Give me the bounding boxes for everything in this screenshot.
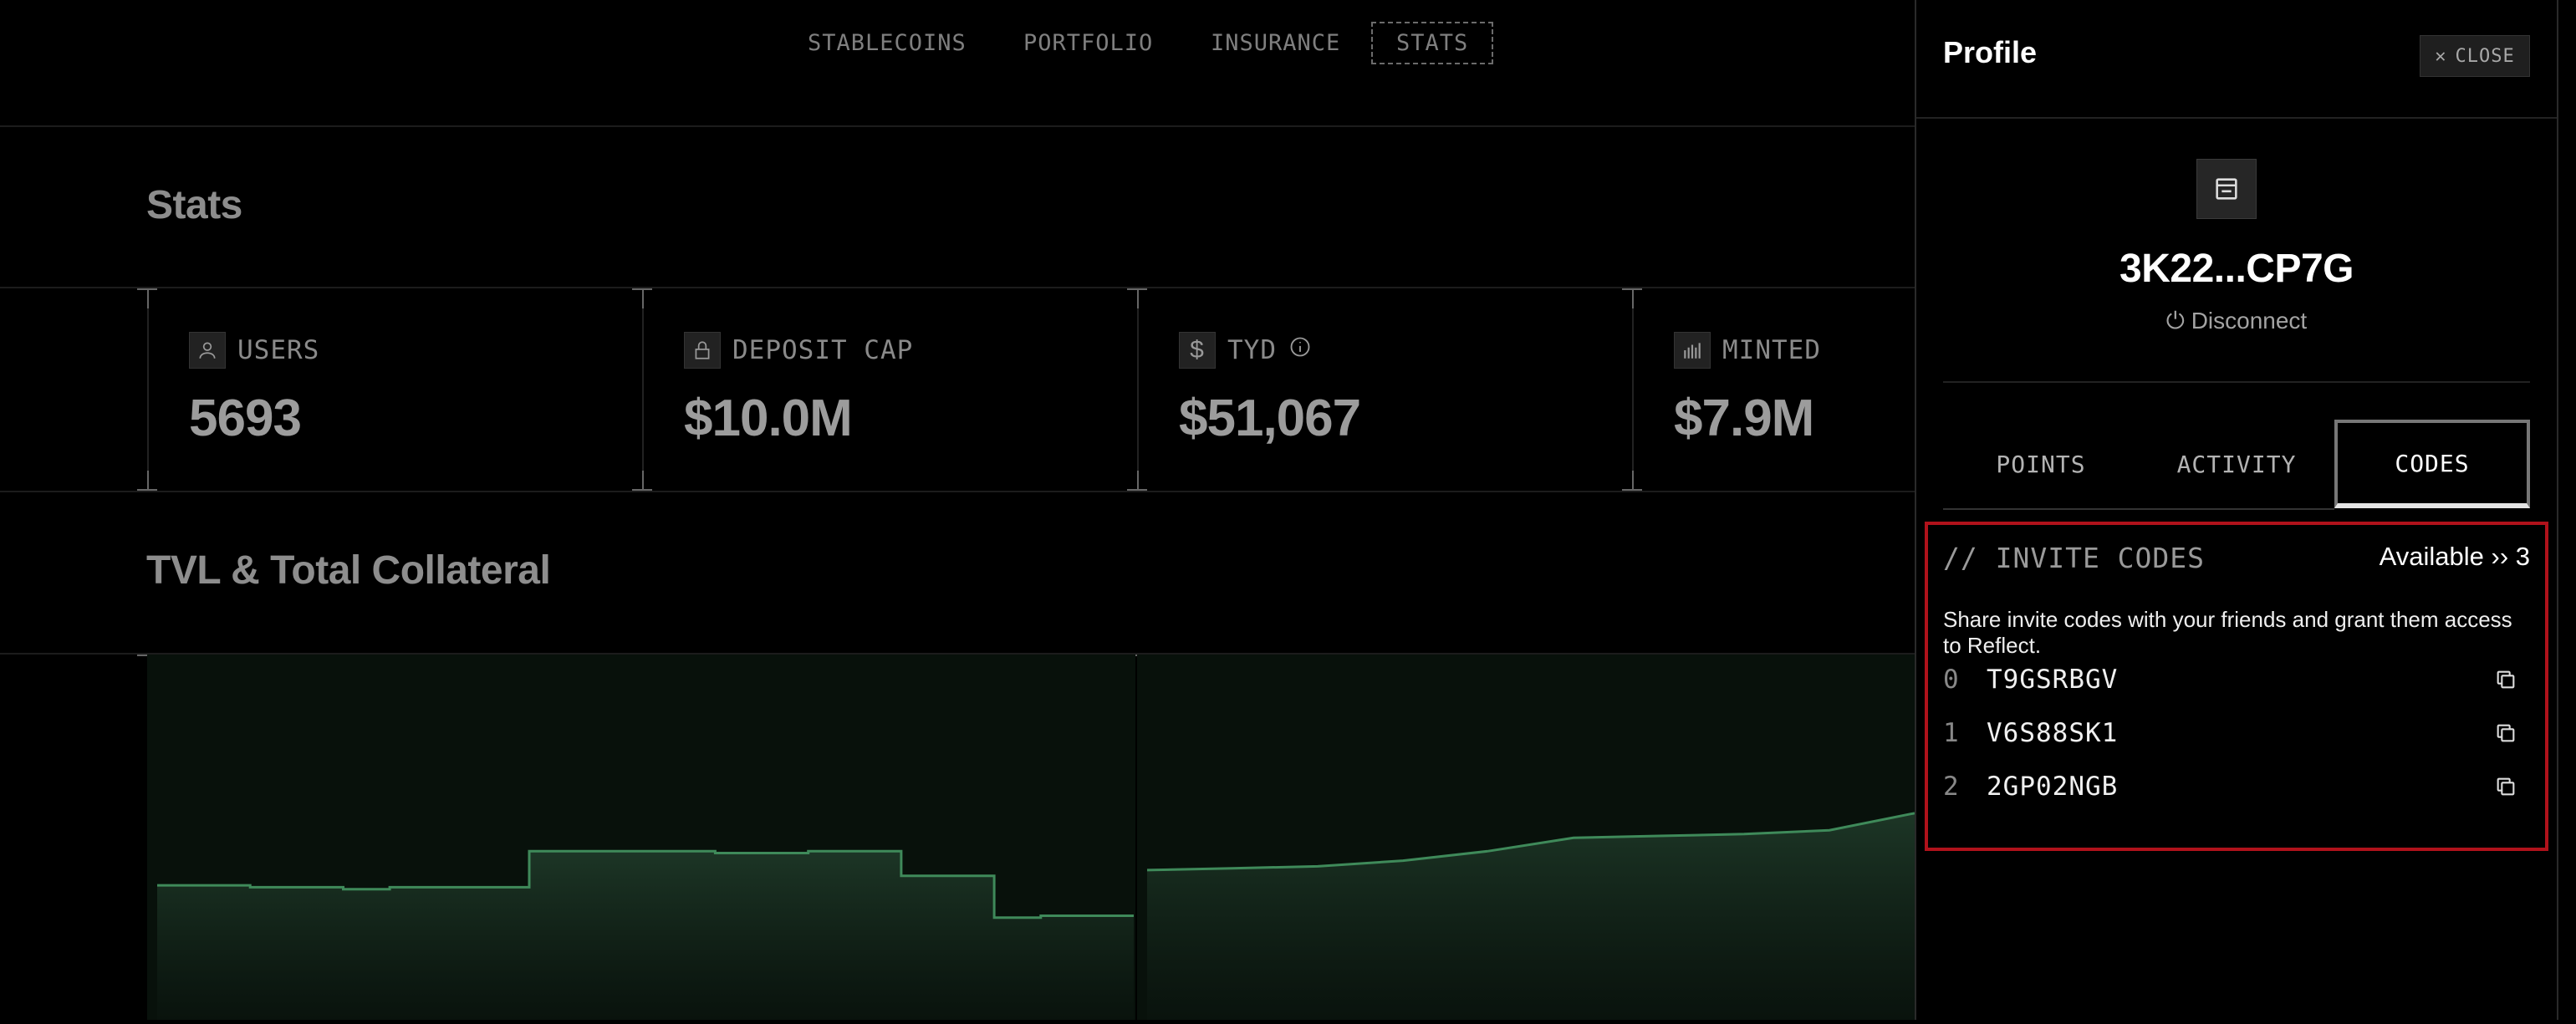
- stat-card-tyd: $ TYD $51,067: [1137, 288, 1634, 491]
- profile-tabs: POINTS ACTIVITY CODES: [1943, 420, 2530, 510]
- tab-codes[interactable]: CODES: [2334, 420, 2530, 508]
- chart-title: TVL & Total Collateral: [146, 548, 551, 593]
- tabs-underline: [1943, 508, 2334, 510]
- stat-label: TYD: [1227, 335, 1277, 365]
- corner-mark: [147, 288, 149, 308]
- stat-label: USERS: [237, 335, 320, 365]
- stat-label: MINTED: [1722, 335, 1821, 365]
- stat-card-users: USERS 5693: [147, 288, 644, 491]
- stat-label: DEPOSIT CAP: [732, 335, 914, 365]
- dollar-icon: $: [1179, 332, 1216, 369]
- stat-value: 5693: [189, 390, 302, 447]
- nav-stats[interactable]: STATS: [1371, 22, 1494, 64]
- close-icon: ✕: [2435, 45, 2447, 67]
- invite-code: 2GP02NGB: [1987, 772, 2119, 802]
- stat-card-minted: MINTED $7.9M: [1632, 288, 1916, 491]
- nav-stablecoins[interactable]: STABLECOINS: [808, 30, 967, 56]
- corner-mark: [1632, 288, 1634, 308]
- invite-codes-heading: // INVITE CODES: [1943, 542, 2206, 574]
- copy-icon[interactable]: [2492, 719, 2520, 747]
- stat-card-deposit-cap: DEPOSIT CAP $10.0M: [642, 288, 1139, 491]
- info-icon[interactable]: [1288, 335, 1312, 365]
- bars-icon: [1674, 332, 1711, 369]
- wallet-address: 3K22...CP7G: [2119, 247, 2354, 291]
- corner-mark: [642, 471, 644, 491]
- stat-value: $10.0M: [684, 390, 853, 447]
- user-icon: [189, 332, 226, 369]
- code-index: 1: [1943, 718, 1959, 748]
- tab-activity[interactable]: ACTIVITY: [2139, 420, 2334, 508]
- invite-code: V6S88SK1: [1987, 718, 2119, 748]
- corner-mark: [642, 288, 644, 308]
- copy-icon[interactable]: [2492, 665, 2520, 694]
- panel-title: Profile: [1943, 35, 2038, 69]
- wallet-icon: [2196, 159, 2257, 219]
- corner-mark: [1632, 471, 1634, 491]
- invite-code-row: 0 T9GSRBGV: [1943, 659, 2528, 700]
- divider: [1943, 381, 2530, 383]
- nav-insurance[interactable]: INSURANCE: [1211, 30, 1340, 56]
- corner-mark: [1137, 288, 1139, 308]
- invite-code-row: 2 2GP02NGB: [1943, 766, 2528, 807]
- available-count: Available ›› 3: [2379, 542, 2530, 571]
- invite-code-row: 1 V6S88SK1: [1943, 712, 2528, 754]
- lock-icon: [684, 332, 721, 369]
- disconnect-label: Disconnect: [2191, 308, 2308, 334]
- stat-value: $51,067: [1179, 390, 1361, 447]
- code-index: 2: [1943, 772, 1959, 802]
- invite-code: T9GSRBGV: [1987, 665, 2119, 695]
- invite-codes-section: // INVITE CODES Available ›› 3 Share inv…: [1925, 522, 2548, 851]
- corner-mark: [1137, 471, 1139, 491]
- profile-panel: Profile ✕ CLOSE 3K22...CP7G ⏻ Disconnect…: [1915, 0, 2558, 1020]
- tvl-chart: [147, 655, 1915, 1020]
- invite-description: Share invite codes with your friends and…: [1943, 607, 2512, 658]
- tab-points[interactable]: POINTS: [1943, 420, 2139, 508]
- power-icon: ⏻: [2165, 308, 2185, 334]
- copy-icon[interactable]: [2492, 772, 2520, 801]
- nav-portfolio[interactable]: PORTFOLIO: [1023, 30, 1153, 56]
- divider: [0, 491, 1915, 492]
- code-index: 0: [1943, 665, 1959, 695]
- corner-mark: [147, 471, 149, 491]
- stat-value: $7.9M: [1674, 390, 1814, 447]
- tvl-chart-svg: [147, 655, 1915, 1020]
- close-button[interactable]: ✕ CLOSE: [2420, 35, 2530, 77]
- divider: [1916, 117, 2557, 119]
- disconnect-button[interactable]: ⏻ Disconnect: [1916, 308, 2557, 335]
- stats-title: Stats: [146, 183, 242, 227]
- close-label: CLOSE: [2455, 45, 2515, 67]
- top-nav: STABLECOINS PORTFOLIO INSURANCE STATS: [0, 0, 1915, 127]
